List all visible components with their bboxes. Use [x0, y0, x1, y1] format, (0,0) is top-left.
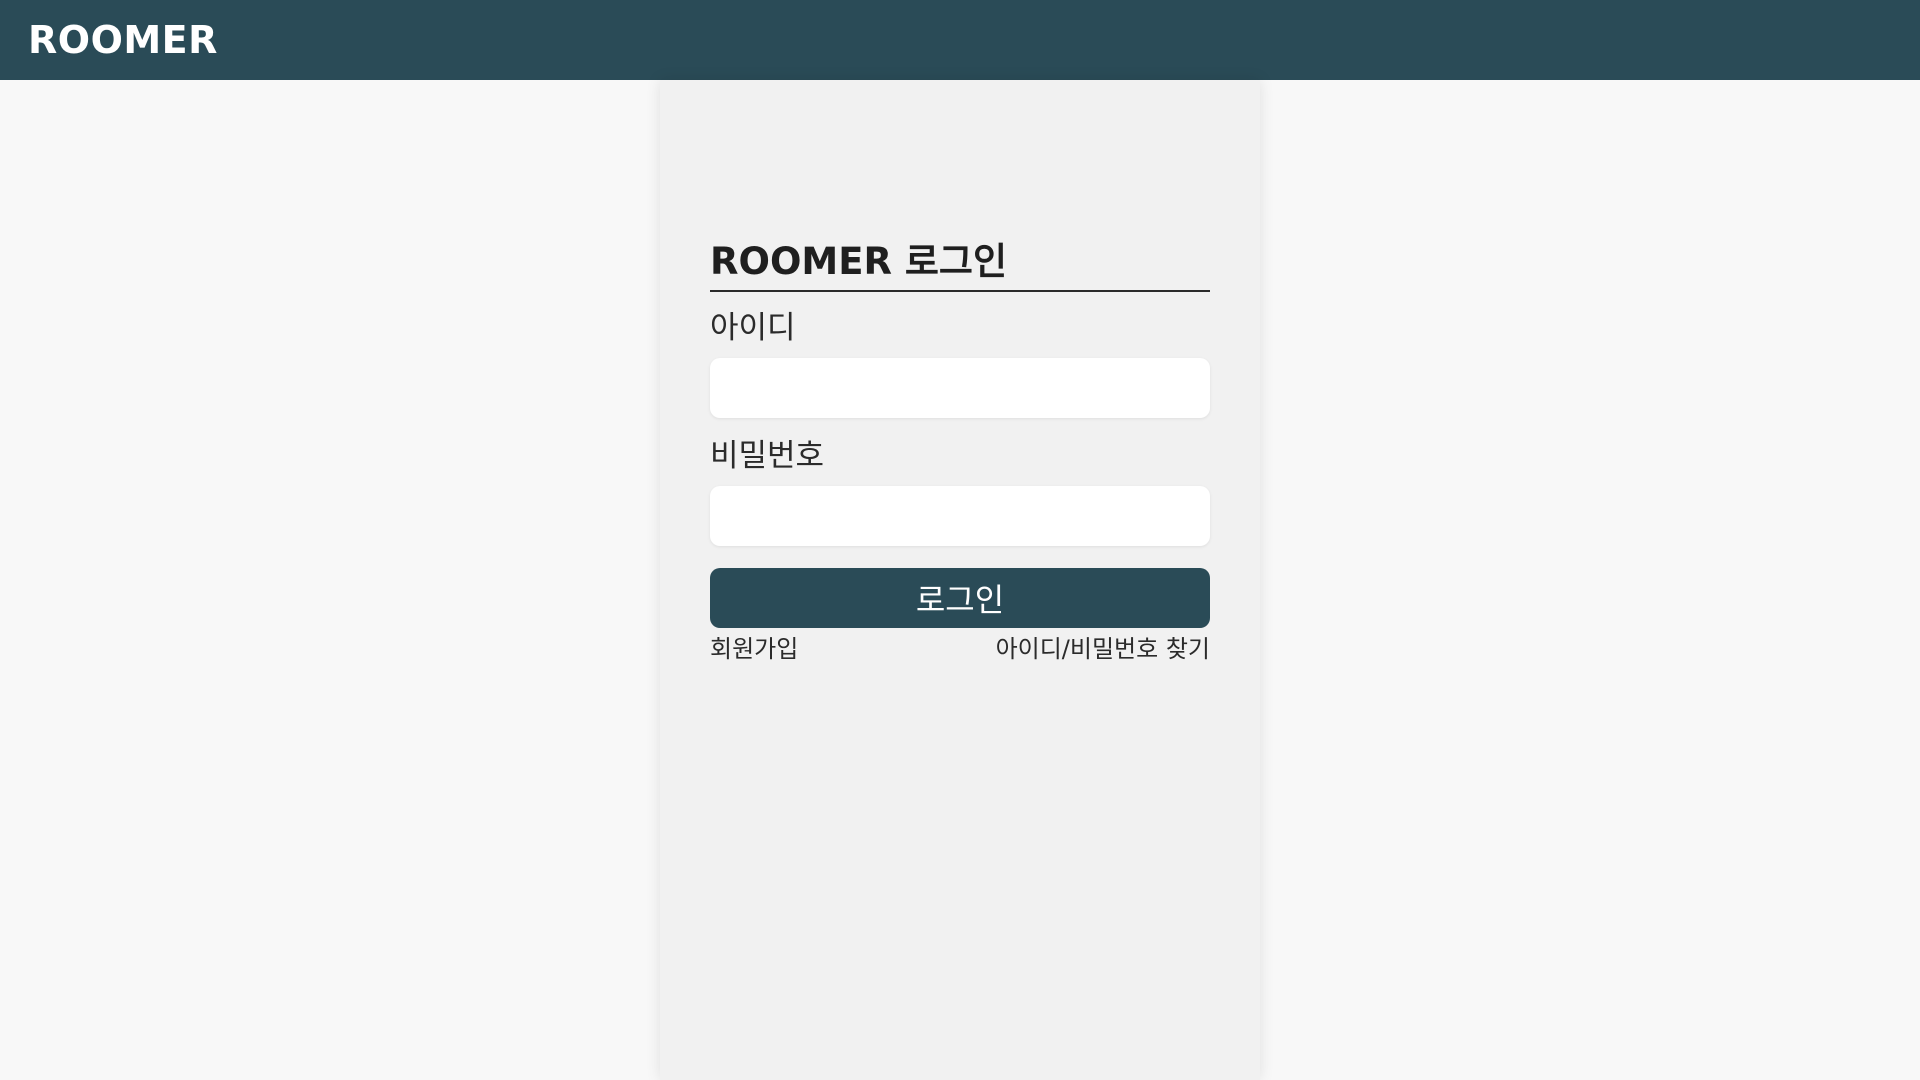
id-input[interactable] [710, 358, 1210, 418]
password-label: 비밀번호 [710, 438, 825, 474]
login-form: ROOMER 로그인 아이디 비밀번호 로그인 회원가입 아이디/비밀번호 찾기 [710, 240, 1210, 666]
login-panel: ROOMER 로그인 아이디 비밀번호 로그인 회원가입 아이디/비밀번호 찾기 [660, 80, 1260, 1080]
find-account-link[interactable]: 아이디/비밀번호 찾기 [996, 632, 1210, 666]
id-label: 아이디 [710, 310, 796, 346]
signup-link[interactable]: 회원가입 [710, 632, 798, 666]
password-input[interactable] [710, 486, 1210, 546]
top-navigation-bar: ROOMER [0, 0, 1920, 80]
brand-logo[interactable]: ROOMER [28, 18, 218, 62]
account-links: 회원가입 아이디/비밀번호 찾기 [710, 632, 1210, 666]
login-title: ROOMER 로그인 [710, 240, 1210, 292]
login-button[interactable]: 로그인 [710, 568, 1210, 628]
